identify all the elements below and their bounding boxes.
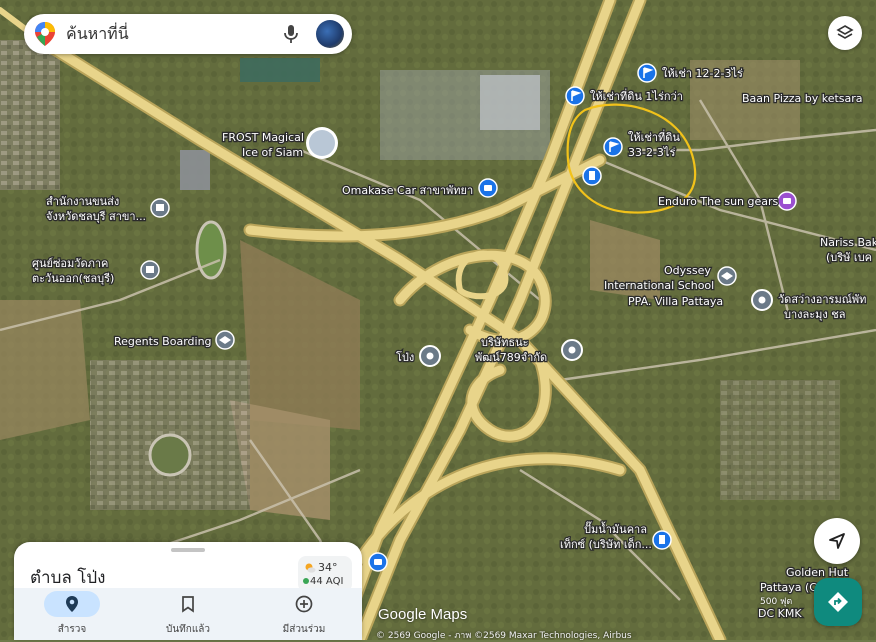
google-maps-logo: Google Maps: [378, 606, 468, 623]
label-regents: Regents Boarding: [114, 335, 212, 348]
label-golden-2: Pattaya (C: [760, 581, 817, 594]
label-odyssey-2: International School: [604, 279, 714, 292]
layers-button[interactable]: [828, 16, 862, 50]
label-frost-1: FROST Magical: [222, 131, 304, 144]
map-scale: 500 ฟุต: [760, 597, 793, 607]
label-company-2: พัฒน์789จำกัด: [475, 351, 547, 364]
marker-ppa[interactable]: [751, 289, 773, 311]
marker-office[interactable]: [150, 198, 170, 218]
bottom-nav: สำรวจ บันทึกแล้ว มีส่วนร่วม: [14, 588, 362, 640]
marker-center[interactable]: [140, 260, 160, 280]
label-pizza: Baan Pizza by ketsara: [742, 92, 863, 105]
label-dc-kmk: DC KMK: [758, 607, 802, 620]
tab-saved[interactable]: บันทึกแล้ว: [130, 588, 246, 640]
directions-icon: [828, 592, 848, 612]
label-rent-33-2: 33-2-3ไร่: [628, 146, 675, 159]
tab-saved-label: บันทึกแล้ว: [165, 624, 211, 635]
label-nariss-2: (บริษั เบค: [826, 251, 872, 264]
tab-contribute-label: มีส่วนร่วม: [282, 624, 326, 635]
label-office-2: จังหวัดชลบุรี สาขา...: [46, 210, 146, 223]
marker-rent-land[interactable]: [565, 86, 585, 106]
directions-button[interactable]: [814, 578, 862, 626]
tab-contribute[interactable]: มีส่วนร่วม: [246, 588, 362, 640]
add-circle-icon: [295, 595, 313, 613]
label-nariss-1: Nariss Bak: [820, 236, 876, 249]
weather-chip[interactable]: 34° 44 AQI: [298, 556, 352, 592]
marker-company[interactable]: [561, 339, 583, 361]
label-rent-land: ให้เช่าที่ดิน 1ไร่กว่า: [590, 88, 683, 103]
air-quality-index: 44 AQI: [310, 576, 344, 587]
marker-rent-33[interactable]: [603, 137, 623, 157]
label-enduro: Enduro The sun gears: [658, 195, 779, 208]
sheet-drag-handle[interactable]: [171, 548, 205, 552]
tab-explore[interactable]: สำรวจ: [14, 588, 130, 640]
marker-regents[interactable]: [215, 330, 235, 350]
account-avatar[interactable]: [316, 20, 344, 48]
marker-fuel[interactable]: [582, 166, 602, 186]
navigation-arrow-icon: [829, 533, 845, 549]
weather-sun-icon: [305, 563, 316, 573]
marker-enduro[interactable]: [777, 191, 797, 211]
marker-frost[interactable]: [306, 127, 338, 159]
marker-omakase[interactable]: [478, 178, 498, 198]
label-temple-1: วัดสว่างอารมณ์พัท: [778, 293, 866, 306]
label-center-1: ศูนย์ซ่อมวัดภาค: [32, 257, 108, 270]
aqi-dot-icon: [303, 578, 309, 584]
label-office-1: สำนักงานขนส่ง: [46, 195, 119, 208]
weather-temperature: 34°: [318, 561, 338, 574]
label-temple-2: บางละมุง ชล: [784, 308, 846, 321]
label-ppa: PPA. Villa Pattaya: [628, 295, 723, 308]
label-rent-33-1: ให้เช่าที่ดิน: [628, 129, 680, 144]
label-odyssey-1: Odyssey: [664, 264, 711, 277]
marker-gas[interactable]: [652, 530, 672, 550]
marker-odyssey[interactable]: [717, 266, 737, 286]
place-title: ตำบล โป่ง: [30, 568, 106, 588]
search-input[interactable]: ค้นหาที่นี่: [66, 22, 280, 47]
tab-explore-label: สำรวจ: [57, 624, 87, 635]
search-bar[interactable]: ค้นหาที่นี่: [24, 14, 352, 54]
my-location-button[interactable]: [814, 518, 860, 564]
marker-pong[interactable]: [419, 345, 441, 367]
label-frost-2: Ice of Siam: [242, 146, 303, 159]
bookmark-icon: [182, 596, 194, 613]
label-gas-2: เท็กซ์ (บริษัท เด็ก...: [560, 537, 652, 551]
label-center-2: ตะวันออก(ชลบุรี): [32, 272, 114, 285]
explore-pin-icon: [66, 596, 78, 612]
marker-bottom-left[interactable]: [368, 552, 388, 572]
label-gas-1: ปั๊มน้ำมันคาล: [584, 521, 647, 536]
label-rent-12: ให้เช่า 12-2-3ไร่: [662, 67, 743, 80]
maps-pin-icon: [35, 22, 55, 46]
layers-icon: [836, 25, 854, 39]
label-pong: โป่ง: [396, 350, 414, 364]
bottom-sheet[interactable]: ตำบล โป่ง 34° 44 AQI สำรวจ บันทึกแล้ว มี…: [14, 542, 362, 640]
marker-rent-12[interactable]: [637, 63, 657, 83]
label-company-1: บริษัทธนะ: [481, 336, 529, 349]
label-omakase: Omakase Car สาขาพัทยา: [342, 184, 473, 197]
microphone-icon[interactable]: [280, 23, 302, 45]
